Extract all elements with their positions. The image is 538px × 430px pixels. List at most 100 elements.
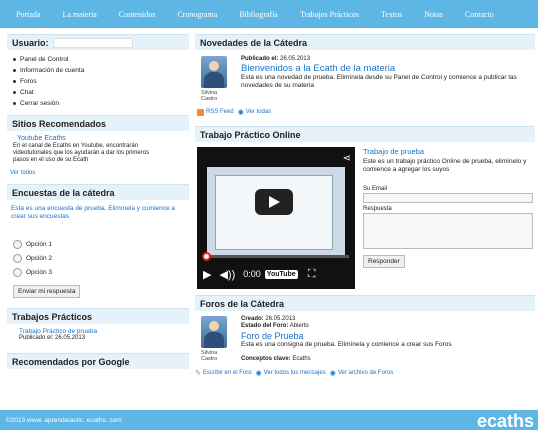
email-label: Su Email (363, 186, 388, 192)
volume-icon[interactable]: ◀)) (219, 268, 235, 281)
tpo-title: Trabajo Práctico Online (195, 126, 535, 142)
user-panel: Usuario: Panel de Control Información de… (7, 34, 189, 109)
tpo-content: ⋖ ▶ ◀)) 0:00 YouTube ⛶ Trabajo de prueba… (195, 142, 535, 289)
forum-item: Silvina Castro Creado: 26.05.2013 Estado… (195, 311, 535, 362)
video-controls: ▶ ◀)) 0:00 YouTube ⛶ (203, 265, 349, 283)
user-panel-title: Usuario: (12, 37, 49, 48)
responder-button[interactable]: Responder (363, 255, 405, 268)
user-menu: Panel de Control Información de cuenta F… (7, 50, 189, 109)
practico-item: Trabajo Práctico de prueba Publicado el:… (19, 328, 189, 341)
play-button[interactable] (255, 189, 293, 215)
bullet-icon (13, 58, 16, 61)
bullet-icon (13, 91, 16, 94)
eye-icon: ◉ (237, 109, 244, 116)
rss-feed-link[interactable]: RSS Feed (206, 109, 234, 115)
google-title: Recomendados por Google (7, 353, 189, 369)
avatar (201, 316, 227, 348)
tpo-item-text: Este es un trabajo práctico Online de pr… (363, 158, 527, 173)
recommended-site-link[interactable]: Youtube Ecaths (17, 135, 189, 142)
poll-submit-button[interactable]: Enviar mi respuesta (13, 285, 81, 298)
poll-option-2[interactable]: Opción 2 (13, 251, 189, 265)
forum-state: Estado del Foro: Abierto (241, 323, 309, 329)
news-see-all-link[interactable]: Ver todas (246, 109, 271, 115)
eye-icon: ◉ (255, 370, 262, 377)
poll-option-3[interactable]: Opción 3 (13, 265, 189, 279)
video-player[interactable]: ⋖ ▶ ◀)) 0:00 YouTube ⛶ (197, 147, 355, 289)
forum-archive-link[interactable]: Ver archivo de Foros (338, 370, 393, 376)
recommended-site-description: En el canal de Ecaths en Youtube, encont… (13, 143, 150, 163)
news-panel: Novedades de la Cátedra Silvina Castro P… (195, 34, 535, 116)
nav-contacto[interactable]: Contacto (454, 10, 505, 19)
forum-tags: Conceptos clave: Ecaths (241, 356, 311, 362)
news-links: RSS Feed ◉ Ver todas (195, 102, 535, 116)
forum-messages-link[interactable]: Ver todos los mensajes (264, 370, 326, 376)
news-headline[interactable]: Bienvenidos a la Ecath de la materia (241, 63, 529, 74)
forum-body: Creado: 26.05.2013 Estado del Foro: Abie… (241, 316, 529, 362)
pencil-icon: ✎ (195, 370, 201, 377)
nav-notas[interactable]: Notas (413, 10, 454, 19)
nav-portada[interactable]: Portada (0, 10, 51, 19)
user-menu-item-forums[interactable]: Foros (13, 76, 183, 87)
recommended-sites-title: Sitios Recomendados (7, 115, 189, 131)
username-field (52, 37, 133, 48)
practico-date: Publicado el: 26.05.2013 (19, 335, 86, 341)
practico-link[interactable]: Trabajo Práctico de prueba (19, 328, 189, 335)
forum-write-link[interactable]: Escribir en el Foro (203, 370, 252, 376)
video-progress-knob[interactable] (202, 252, 211, 261)
video-time: 0:00 (243, 269, 261, 279)
email-field[interactable] (363, 193, 533, 203)
rss-icon (197, 108, 204, 116)
fullscreen-icon[interactable]: ⛶ (308, 268, 316, 281)
user-menu-item-account[interactable]: Información de cuenta (13, 65, 183, 76)
nav-bibliografia[interactable]: Bibliografía (228, 10, 289, 19)
youtube-logo-icon[interactable]: YouTube (264, 269, 298, 279)
poll-panel: Encuestas de la cátedra Esta es una encu… (7, 184, 189, 298)
poll-title: Encuestas de la cátedra (7, 184, 189, 200)
bullet-icon (13, 69, 16, 72)
top-navigation: Portada La materia Contenidos Cronograma… (0, 0, 538, 28)
news-text: Esta es una novedad de prueba. Elimínela… (241, 74, 517, 89)
video-progress-bar[interactable] (203, 255, 349, 258)
nav-contenidos[interactable]: Contenidos (108, 10, 166, 19)
practicos-title: Trabajos Prácticos (7, 308, 189, 324)
user-menu-item-panel[interactable]: Panel de Control (13, 54, 183, 65)
share-icon[interactable]: ⋖ (343, 153, 351, 164)
answer-textarea[interactable] (363, 213, 533, 249)
user-panel-header: Usuario: (7, 34, 189, 50)
radio-button[interactable] (13, 267, 22, 277)
tpo-item-title[interactable]: Trabajo de prueba (363, 147, 533, 156)
forum-author: Silvina Castro (201, 350, 218, 362)
bullet-icon (13, 102, 16, 105)
forum-panel: Foros de la Cátedra Silvina Castro Cread… (195, 295, 535, 377)
nav-la-materia[interactable]: La materia (51, 10, 107, 19)
user-menu-item-chat[interactable]: Chat (13, 87, 183, 98)
answer-label: Respuesta (363, 206, 392, 212)
poll-question: Esta es una encuesta de prueba. Elimínel… (11, 205, 176, 220)
news-item: Silvina Castro Publicado el: 26.05.2013 … (195, 50, 535, 102)
main-content: Novedades de la Cátedra Silvina Castro P… (195, 34, 535, 383)
user-menu-item-logout[interactable]: Cerrar sesión (13, 98, 183, 109)
footer-copyright: ©2013 www. aprendeiastic. ecaths. com (6, 416, 122, 424)
forum-author-block: Silvina Castro (201, 316, 231, 362)
poll-option-1[interactable]: Opción 1 (13, 237, 189, 251)
nav-textos[interactable]: Textos (370, 10, 413, 19)
recommended-sites: Sitios Recomendados Youtube Ecaths En el… (7, 115, 189, 176)
play-icon[interactable]: ▶ (203, 268, 211, 281)
practicos-panel: Trabajos Prácticos Trabajo Práctico de p… (7, 308, 189, 341)
left-sidebar: Usuario: Panel de Control Información de… (7, 34, 189, 375)
nav-trabajos-practicos[interactable]: Trabajos Prácticos (289, 10, 370, 19)
google-panel: Recomendados por Google (7, 353, 189, 369)
ecaths-logo[interactable]: ecaths (477, 411, 534, 430)
news-author: Silvina Castro (201, 90, 218, 102)
forum-headline[interactable]: Foro de Prueba (241, 331, 529, 341)
forum-text: Esta es una consigna de prueba. Elimínel… (241, 341, 452, 348)
recommended-see-all-link[interactable]: Ver todos (10, 170, 189, 176)
news-title: Novedades de la Cátedra (195, 34, 535, 50)
nav-cronograma[interactable]: Cronograma (166, 10, 228, 19)
footer: ©2013 www. aprendeiastic. ecaths. com ec… (0, 410, 538, 430)
tpo-form: Trabajo de prueba Este es un trabajo prá… (363, 147, 533, 289)
radio-button[interactable] (13, 239, 22, 249)
bullet-icon (13, 80, 16, 83)
radio-button[interactable] (13, 253, 22, 263)
poll-options: Opción 1 Opción 2 Opción 3 (13, 237, 189, 279)
